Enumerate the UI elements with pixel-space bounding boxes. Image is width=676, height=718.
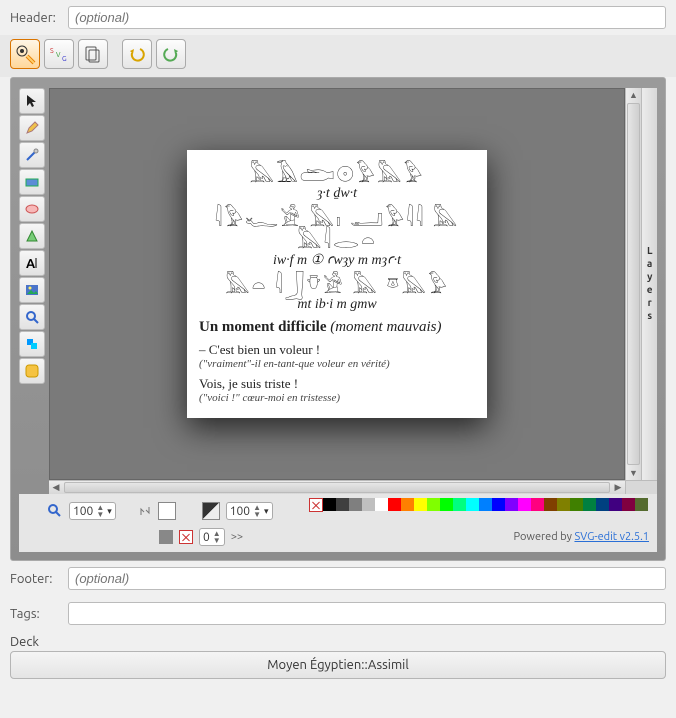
palette-swatch[interactable] — [479, 498, 492, 511]
tags-input[interactable] — [68, 602, 666, 625]
fill-swatch[interactable] — [158, 502, 176, 520]
palette-swatch[interactable] — [609, 498, 622, 511]
canvas[interactable]: 𓅓𓄿𓂧𓇳𓅱𓅓𓅱 ȝ·t ḏw·t 𓇋𓅱𓆑𓀀 𓅓𓏤 𓂝𓅱𓇋𓇋 𓅓 𓅓𓇋𓂋𓏏 iw·… — [49, 88, 625, 480]
svg-edit-link[interactable]: SVG-edit v2.5.1 — [574, 531, 649, 543]
line-tool[interactable] — [19, 142, 45, 168]
redo-button[interactable] — [156, 39, 186, 69]
swap-colors-icon[interactable] — [138, 504, 152, 518]
svg-text:S: S — [50, 47, 54, 55]
palette-swatch[interactable] — [505, 498, 518, 511]
header-label: Header: — [10, 11, 60, 25]
palette-swatch[interactable] — [596, 498, 609, 511]
palette-swatch[interactable] — [440, 498, 453, 511]
doc-line-2: Vois, je suis triste ! — [199, 376, 475, 392]
image-tool[interactable] — [19, 277, 45, 303]
palette-swatch[interactable] — [453, 498, 466, 511]
palette-swatch[interactable] — [531, 498, 544, 511]
palette-swatch[interactable] — [583, 498, 596, 511]
transliteration-2: iw·f m ① ꜥwȝy m mȝꜥ·t — [199, 252, 475, 269]
opacity-spinner[interactable]: 100▲▼▾ — [226, 502, 273, 520]
footer-input[interactable] — [68, 567, 666, 590]
no-stroke-icon[interactable] — [179, 530, 193, 544]
palette-swatch[interactable] — [518, 498, 531, 511]
undo-button[interactable] — [122, 39, 152, 69]
palette-swatch[interactable] — [414, 498, 427, 511]
draw-tool-button[interactable] — [10, 39, 40, 69]
svg-text:G: G — [62, 55, 67, 63]
hiero-line-3: 𓅓𓏏 𓇋𓃀𓄣𓀀 𓅓 𓎼𓅓𓅱 — [199, 275, 475, 297]
stroke-swatch[interactable] — [202, 502, 220, 520]
layers-panel-tab[interactable]: Layers — [641, 88, 657, 480]
horizontal-scrollbar[interactable]: ◀▶ — [49, 480, 625, 494]
doc-title: Un moment difficile (moment mauvais) — [199, 319, 475, 336]
svg-editor: A 𓅓𓄿𓂧𓇳𓅱𓅓𓅱 ȝ·t ḏw·t 𓇋𓅱𓆑𓀀 𓅓𓏤 𓂝𓅱𓇋𓇋 𓅓 𓅓𓇋𓂋𓏏 — [10, 77, 666, 561]
palette-swatch[interactable] — [622, 498, 635, 511]
color-palette — [309, 498, 653, 524]
zoom-icon — [47, 503, 63, 519]
palette-swatch[interactable] — [388, 498, 401, 511]
stroke-style-swatch[interactable] — [159, 530, 173, 544]
header-input[interactable] — [68, 6, 666, 29]
editor-status-bar: 100▲▼▾ 100▲▼▾ — [19, 494, 657, 526]
transliteration-3: mt ib·i m gmw — [199, 297, 475, 313]
canvas-image: 𓅓𓄿𓂧𓇳𓅱𓅓𓅱 ȝ·t ḏw·t 𓇋𓅱𓆑𓀀 𓅓𓏤 𓂝𓅱𓇋𓇋 𓅓 𓅓𓇋𓂋𓏏 iw·… — [187, 150, 487, 418]
path-tool[interactable] — [19, 223, 45, 249]
rect-tool[interactable] — [19, 169, 45, 195]
pencil-tool[interactable] — [19, 115, 45, 141]
no-color-icon[interactable] — [309, 498, 323, 512]
stroke-dash-spinner[interactable]: 0▲▼ — [199, 528, 225, 546]
palette-swatch[interactable] — [492, 498, 505, 511]
doc-note-2: ("voici !" cœur-moi en tristesse) — [199, 392, 475, 404]
footer-label: Footer: — [10, 572, 60, 586]
side-toolbar: A — [19, 88, 49, 494]
arrow-indicator: >> — [231, 531, 243, 543]
deck-selector-button[interactable]: Moyen Égyptien::Assimil — [10, 651, 666, 679]
palette-swatch[interactable] — [401, 498, 414, 511]
palette-swatch[interactable] — [635, 498, 648, 511]
doc-line-1: – C'est bien un voleur ! — [199, 342, 475, 358]
palette-swatch[interactable] — [323, 498, 336, 511]
select-tool[interactable] — [19, 88, 45, 114]
palette-swatch[interactable] — [349, 498, 362, 511]
palette-swatch[interactable] — [557, 498, 570, 511]
powered-by: Powered by SVG-edit v2.5.1 — [514, 531, 649, 543]
shape-lib-tool[interactable] — [19, 358, 45, 384]
palette-swatch[interactable] — [336, 498, 349, 511]
editor-status-bar-2: 0▲▼ >> Powered by SVG-edit v2.5.1 — [19, 526, 657, 552]
zoom-tool[interactable] — [19, 304, 45, 330]
document-tool-button[interactable] — [78, 39, 108, 69]
hiero-line-1: 𓅓𓄿𓂧𓇳𓅱𓅓𓅱 — [199, 164, 475, 186]
top-toolbar: SVG — [0, 35, 676, 77]
svg-tool-button[interactable]: SVG — [44, 39, 74, 69]
vertical-scrollbar[interactable]: ▲▼ — [625, 88, 641, 480]
zoom-spinner[interactable]: 100▲▼▾ — [69, 502, 116, 520]
ellipse-tool[interactable] — [19, 196, 45, 222]
transliteration-1: ȝ·t ḏw·t — [199, 186, 475, 202]
hiero-line-2: 𓇋𓅱𓆑𓀀 𓅓𓏤 𓂝𓅱𓇋𓇋 𓅓 𓅓𓇋𓂋𓏏 — [199, 208, 475, 252]
svg-text:V: V — [56, 51, 61, 59]
palette-swatch[interactable] — [466, 498, 479, 511]
text-tool[interactable]: A — [19, 250, 45, 276]
palette-swatch[interactable] — [362, 498, 375, 511]
doc-note-1: ("vraiment"-il en-tant-que voleur en vér… — [199, 358, 475, 370]
eyedropper-tool[interactable] — [19, 331, 45, 357]
palette-swatch[interactable] — [375, 498, 388, 511]
palette-swatch[interactable] — [427, 498, 440, 511]
palette-swatch[interactable] — [544, 498, 557, 511]
palette-swatch[interactable] — [570, 498, 583, 511]
svg-text:A: A — [26, 257, 36, 271]
deck-label: Deck — [0, 631, 676, 651]
tags-label: Tags: — [10, 607, 60, 621]
